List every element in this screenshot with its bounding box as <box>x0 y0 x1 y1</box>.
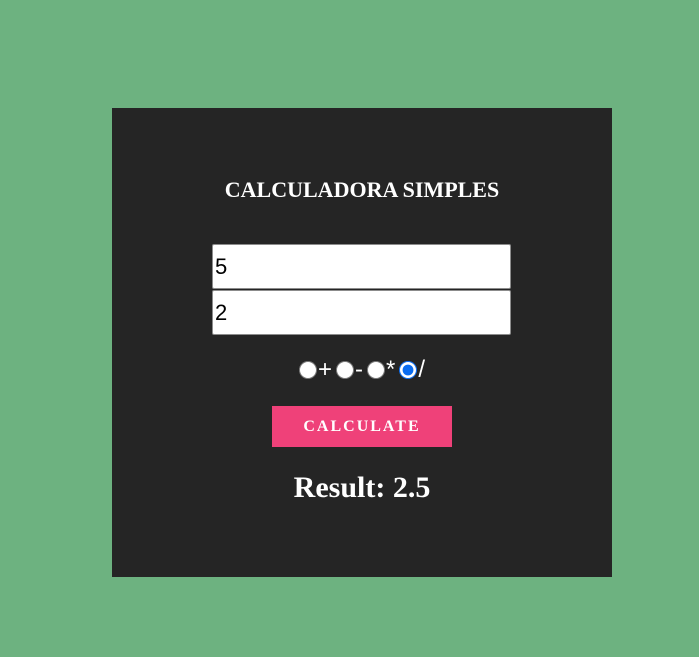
multiply-radio[interactable] <box>367 361 385 379</box>
operation-option-divide[interactable]: / <box>399 358 425 382</box>
result-display: Result: 2.5 <box>112 470 612 506</box>
result-value: 2.5 <box>392 471 431 504</box>
multiply-label: * <box>386 356 396 383</box>
add-label: + <box>317 356 332 383</box>
subtract-label: - <box>355 356 363 383</box>
divide-label: / <box>418 356 426 383</box>
add-radio[interactable] <box>298 361 317 379</box>
calculator-panel: CALCULADORA SIMPLES + - * / CALCULATE Re… <box>112 108 612 577</box>
calculate-button[interactable]: CALCULATE <box>272 406 452 447</box>
result-label: Result: <box>293 471 386 504</box>
page-title: CALCULADORA SIMPLES <box>224 177 500 202</box>
operation-option-multiply[interactable]: * <box>367 358 395 382</box>
operation-option-add[interactable]: + <box>298 356 332 383</box>
first-number-input[interactable] <box>212 244 511 289</box>
second-number-input[interactable] <box>212 290 511 335</box>
subtract-radio[interactable] <box>336 361 354 379</box>
operation-selector: + - * / <box>112 358 612 382</box>
divide-radio[interactable] <box>399 361 418 379</box>
operation-option-subtract[interactable]: - <box>336 358 363 382</box>
